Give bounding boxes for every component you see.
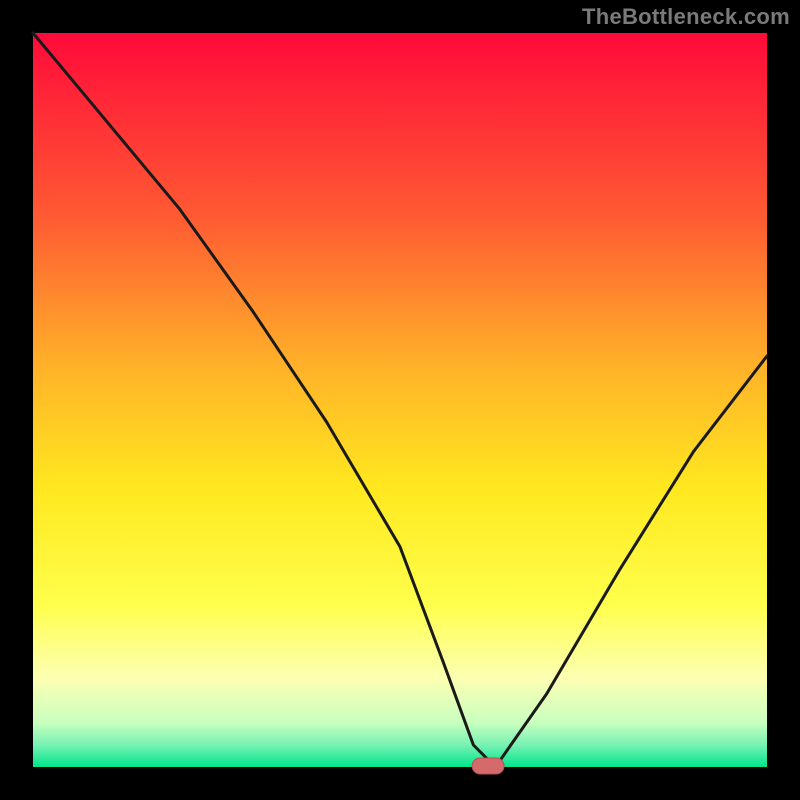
chart-stage: TheBottleneck.com: [0, 0, 800, 800]
minimum-marker: [472, 758, 504, 774]
chart-svg: [0, 0, 800, 800]
plot-area: [33, 33, 767, 767]
